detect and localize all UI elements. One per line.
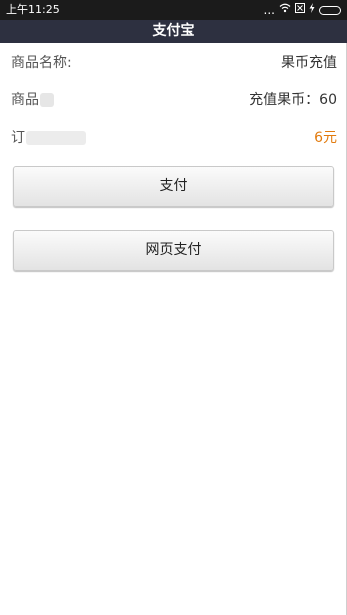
web-pay-button[interactable]: 网页支付 bbox=[13, 230, 334, 271]
redacted-patch bbox=[40, 93, 54, 107]
wifi-icon bbox=[279, 0, 291, 20]
status-icons: ... bbox=[264, 0, 341, 20]
product-desc-label: 商品 bbox=[11, 90, 54, 110]
app-screen: 上午11:25 ... 支付宝 商品名称: 果币充值 商品 充值果币：60 订 … bbox=[0, 0, 347, 615]
battery-icon bbox=[319, 5, 341, 15]
status-time: 上午11:25 bbox=[6, 3, 60, 16]
product-name-label: 商品名称: bbox=[11, 55, 72, 71]
title-bar: 支付宝 bbox=[0, 20, 347, 43]
product-name-value: 果币充值 bbox=[281, 55, 337, 71]
more-dots-icon: ... bbox=[263, 3, 275, 17]
sim-card-icon bbox=[295, 0, 305, 20]
charging-icon bbox=[309, 0, 315, 20]
order-amount-row: 订 6元 bbox=[11, 128, 337, 148]
redacted-patch bbox=[26, 131, 86, 145]
status-bar: 上午11:25 ... bbox=[0, 0, 347, 20]
pay-button[interactable]: 支付 bbox=[13, 166, 334, 207]
page-title: 支付宝 bbox=[152, 23, 195, 39]
product-name-row: 商品名称: 果币充值 bbox=[11, 53, 337, 73]
product-desc-value: 充值果币：60 bbox=[249, 92, 337, 108]
product-desc-row: 商品 充值果币：60 bbox=[11, 90, 337, 110]
order-amount-value: 6元 bbox=[314, 130, 337, 146]
order-amount-label: 订 bbox=[11, 128, 86, 148]
